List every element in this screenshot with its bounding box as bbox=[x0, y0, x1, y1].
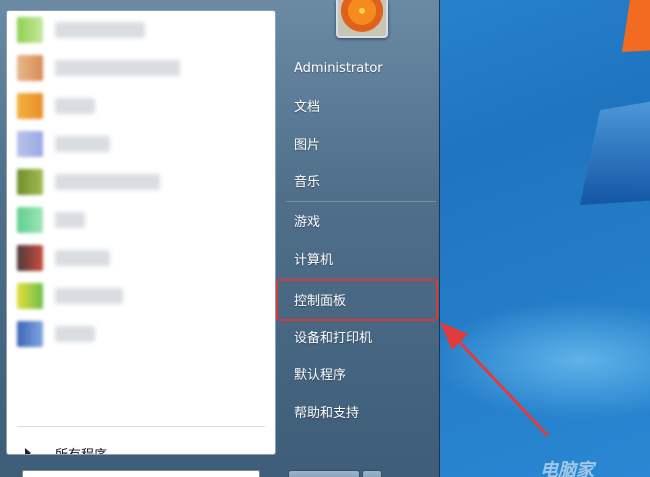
pictures-link[interactable]: 图片 bbox=[286, 128, 436, 158]
start-menu-left-pane: 所有程序 bbox=[6, 10, 276, 455]
windows-logo-fragment bbox=[580, 0, 650, 205]
program-icon bbox=[17, 245, 43, 271]
list-item[interactable] bbox=[7, 87, 275, 125]
program-icon bbox=[17, 283, 43, 309]
flower-avatar-icon[interactable] bbox=[336, 0, 388, 38]
program-icon bbox=[17, 321, 43, 347]
list-item[interactable] bbox=[7, 201, 275, 239]
shutdown-options-button[interactable] bbox=[362, 470, 382, 477]
program-label bbox=[55, 212, 85, 228]
shutdown-button[interactable] bbox=[288, 470, 360, 477]
watermark-logo: 电脑家 bbox=[540, 460, 594, 477]
program-icon bbox=[17, 93, 43, 119]
devices-printers-link[interactable]: 设备和打印机 bbox=[286, 321, 436, 351]
control-panel-highlight-box bbox=[276, 279, 438, 321]
program-label bbox=[55, 174, 160, 190]
all-programs-button[interactable]: 所有程序 bbox=[7, 439, 275, 455]
all-programs-label: 所有程序 bbox=[55, 447, 108, 455]
start-menu-right-pane: Administrator 文档 图片 音乐 游戏 计算机 控制面板 设备和打印… bbox=[278, 0, 438, 477]
program-label bbox=[55, 22, 145, 38]
left-pane-divider bbox=[17, 426, 265, 427]
default-programs-link[interactable]: 默认程序 bbox=[286, 358, 436, 388]
triangle-right-icon bbox=[25, 448, 31, 454]
list-item[interactable] bbox=[7, 315, 275, 353]
music-link[interactable]: 音乐 bbox=[286, 165, 436, 195]
list-item[interactable] bbox=[7, 11, 275, 49]
start-menu: 所有程序 Administrator 文档 图片 音乐 游戏 计算机 控制面板 … bbox=[0, 0, 440, 477]
program-icon bbox=[17, 131, 43, 157]
list-item[interactable] bbox=[7, 125, 275, 163]
program-label bbox=[55, 98, 95, 114]
documents-link[interactable]: 文档 bbox=[286, 90, 436, 120]
program-label bbox=[55, 60, 180, 76]
desktop-light-glow bbox=[430, 300, 650, 420]
program-icon bbox=[17, 55, 43, 81]
games-link[interactable]: 游戏 bbox=[286, 205, 436, 235]
search-input[interactable] bbox=[22, 470, 260, 477]
list-item[interactable] bbox=[7, 239, 275, 277]
list-item[interactable] bbox=[7, 163, 275, 201]
help-support-link[interactable]: 帮助和支持 bbox=[286, 396, 436, 426]
right-pane-separator bbox=[286, 201, 436, 202]
computer-link[interactable]: 计算机 bbox=[286, 243, 436, 273]
program-label bbox=[55, 288, 123, 304]
program-label bbox=[55, 250, 110, 266]
program-icon bbox=[17, 169, 43, 195]
user-name-link[interactable]: Administrator bbox=[286, 53, 436, 83]
program-label bbox=[55, 136, 110, 152]
program-icon bbox=[17, 17, 43, 43]
list-item[interactable] bbox=[7, 277, 275, 315]
program-label bbox=[55, 326, 95, 342]
list-item[interactable] bbox=[7, 49, 275, 87]
program-icon bbox=[17, 207, 43, 233]
recent-programs-list bbox=[7, 11, 275, 353]
